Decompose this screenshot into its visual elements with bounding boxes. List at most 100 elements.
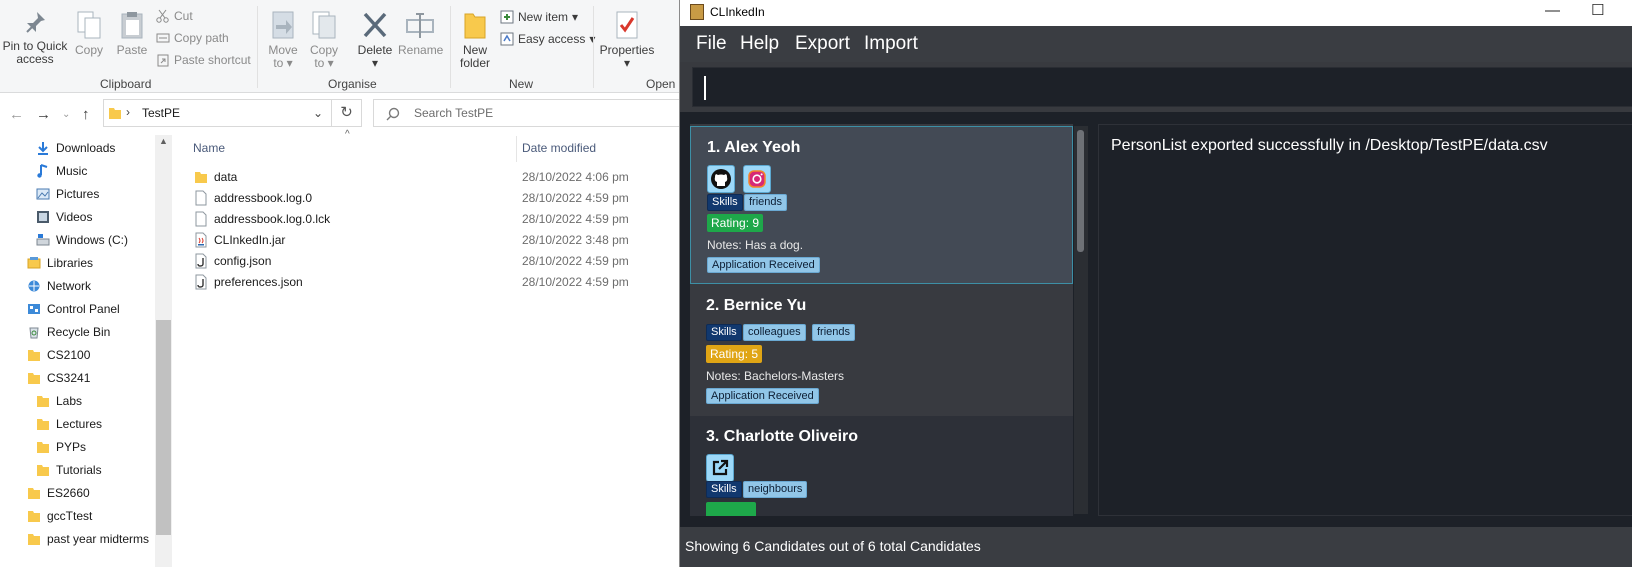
command-area bbox=[680, 62, 1632, 112]
back-arrow-icon[interactable]: ← bbox=[9, 106, 24, 123]
nav-item-videos[interactable]: Videos bbox=[36, 210, 92, 224]
title-bar[interactable]: CLInkedIn — ☐ bbox=[680, 0, 1632, 26]
nav-item-libraries[interactable]: Libraries bbox=[27, 256, 93, 270]
candidate-count-status: Showing 6 Candidates out of 6 total Cand… bbox=[685, 538, 981, 554]
file-row-clinkedin-jar[interactable]: CLInkedIn.jar bbox=[195, 232, 285, 248]
address-bar[interactable]: › TestPE ⌄ bbox=[103, 99, 332, 127]
forward-arrow-icon[interactable]: → bbox=[36, 106, 51, 123]
nav-item-label: Windows (C:) bbox=[56, 233, 129, 247]
download-icon bbox=[38, 142, 48, 155]
rename-label: Rename bbox=[398, 43, 444, 57]
nav-item-network[interactable]: Network bbox=[27, 279, 91, 293]
nav-item-control-panel[interactable]: Control Panel bbox=[27, 302, 120, 316]
open-group-label: Open bbox=[646, 77, 676, 91]
external-link-icon[interactable] bbox=[706, 454, 734, 482]
search-icon bbox=[386, 107, 400, 121]
nav-item-downloads[interactable]: Downloads bbox=[36, 141, 115, 155]
address-dropdown-icon[interactable]: ⌄ bbox=[313, 106, 323, 120]
copy-to-button[interactable]: Copy to ▾ bbox=[307, 10, 341, 70]
file-date: 28/10/2022 4:59 pm bbox=[522, 275, 629, 289]
properties-icon bbox=[616, 11, 638, 39]
pin-to-quick-access-button[interactable]: Pin to Quick access bbox=[2, 10, 68, 66]
videos-icon bbox=[37, 211, 49, 223]
command-box[interactable] bbox=[692, 67, 1632, 107]
file-row-addressbook-log-lck[interactable]: addressbook.log.0.lck bbox=[195, 211, 330, 227]
file-date: 28/10/2022 4:06 pm bbox=[522, 170, 629, 184]
paste-shortcut-button[interactable]: Paste shortcut bbox=[156, 53, 251, 67]
menu-help[interactable]: Help bbox=[740, 33, 779, 55]
nav-item-pictures[interactable]: Pictures bbox=[36, 187, 99, 201]
nav-item-recycle-bin[interactable]: Recycle Bin bbox=[27, 325, 110, 339]
properties-button[interactable]: Properties ▾ bbox=[598, 10, 656, 70]
nav-item-windows-c[interactable]: Windows (C:) bbox=[36, 233, 128, 247]
file-row-preferences-json[interactable]: preferences.json bbox=[195, 274, 303, 290]
menu-import[interactable]: Import bbox=[864, 33, 918, 55]
new-item-button[interactable]: New item ▾ bbox=[500, 10, 578, 24]
file-row-config-json[interactable]: config.json bbox=[195, 253, 271, 269]
candidate-card-3[interactable]: 3. Charlotte Oliveiro Skills neighbours bbox=[690, 416, 1073, 516]
nav-item-past-year-midterms[interactable]: past year midterms bbox=[27, 532, 149, 546]
nav-item-label: PYPs bbox=[56, 440, 87, 454]
folder-icon bbox=[28, 511, 40, 522]
copy-button[interactable]: Copy bbox=[70, 10, 108, 57]
nav-item-pyps[interactable]: PYPs bbox=[36, 440, 86, 454]
command-input[interactable] bbox=[693, 68, 1632, 106]
column-header-name[interactable]: Name bbox=[193, 141, 225, 155]
scroll-up-arrow-icon[interactable]: ▲ bbox=[159, 136, 168, 146]
cut-button[interactable]: Cut bbox=[156, 9, 193, 23]
delete-button[interactable]: Delete ▾ bbox=[355, 10, 395, 70]
nav-item-lectures[interactable]: Lectures bbox=[36, 417, 102, 431]
refresh-icon: ↻ bbox=[340, 104, 353, 121]
file-row-data[interactable]: data bbox=[195, 170, 238, 184]
status-bar: Showing 6 Candidates out of 6 total Cand… bbox=[680, 527, 1632, 567]
folder-icon bbox=[28, 534, 40, 545]
new-folder-button[interactable]: New folder bbox=[455, 10, 495, 70]
copy-to-label-line2: to bbox=[314, 56, 325, 70]
file-date: 28/10/2022 3:48 pm bbox=[522, 233, 629, 247]
minimize-icon[interactable]: — bbox=[1545, 2, 1560, 19]
nav-item-cs3241[interactable]: CS3241 bbox=[27, 371, 90, 385]
recent-locations-chevron-icon[interactable]: ⌄ bbox=[62, 109, 70, 120]
column-divider[interactable] bbox=[516, 136, 517, 162]
cut-label: Cut bbox=[174, 9, 193, 23]
folder-icon bbox=[195, 172, 207, 183]
nav-item-tutorials[interactable]: Tutorials bbox=[36, 463, 102, 477]
nav-item-cs2100[interactable]: CS2100 bbox=[27, 348, 90, 362]
folder-icon bbox=[37, 465, 49, 476]
column-header-date-modified[interactable]: Date modified bbox=[522, 141, 596, 155]
easy-access-button[interactable]: Easy access ▾ bbox=[500, 32, 595, 46]
file-name: data bbox=[214, 170, 238, 184]
move-to-button[interactable]: Move to ▾ bbox=[266, 10, 300, 70]
scissors-icon bbox=[156, 9, 169, 23]
ribbon-separator bbox=[257, 6, 258, 88]
paste-icon bbox=[121, 12, 143, 39]
copy-path-button[interactable]: Copy path bbox=[156, 31, 229, 45]
candidate-list-scroll-thumb[interactable] bbox=[1077, 130, 1084, 252]
maximize-icon[interactable]: ☐ bbox=[1591, 1, 1604, 19]
file-explorer-window: Pin to Quick access Copy Paste Cut Copy … bbox=[0, 0, 680, 567]
nav-pane-scroll-thumb[interactable] bbox=[156, 320, 171, 535]
menu-file[interactable]: File bbox=[696, 33, 727, 55]
candidate-card-1[interactable]: 1. Alex Yeoh Skills friends Rating: 9 No… bbox=[690, 126, 1073, 284]
refresh-button[interactable]: ↻ bbox=[332, 99, 362, 127]
nav-item-es2660[interactable]: ES2660 bbox=[27, 486, 90, 500]
clinkedin-window: CLInkedIn — ☐ File Help Export Import 1.… bbox=[679, 0, 1632, 567]
rename-button[interactable]: Rename bbox=[398, 10, 444, 57]
github-icon[interactable] bbox=[707, 165, 735, 193]
tag-skills: Skills bbox=[706, 324, 742, 341]
nav-item-labs[interactable]: Labs bbox=[36, 394, 82, 408]
candidate-list-scrollbar[interactable] bbox=[1074, 126, 1088, 514]
paste-button[interactable]: Paste bbox=[112, 10, 152, 57]
search-box[interactable]: Search TestPE bbox=[373, 99, 680, 127]
up-arrow-icon[interactable]: ↑ bbox=[82, 106, 90, 123]
candidate-name: 1. Alex Yeoh bbox=[707, 139, 801, 156]
nav-item-gccttest[interactable]: gccTtest bbox=[27, 509, 92, 523]
nav-item-label: Control Panel bbox=[47, 302, 120, 316]
copy-to-icon bbox=[312, 11, 336, 39]
instagram-icon[interactable] bbox=[743, 165, 771, 193]
move-to-label-line1: Move bbox=[268, 43, 298, 57]
menu-export[interactable]: Export bbox=[795, 33, 850, 55]
file-row-addressbook-log[interactable]: addressbook.log.0 bbox=[195, 190, 312, 206]
candidate-card-2[interactable]: 2. Bernice Yu Skills colleagues friends … bbox=[690, 284, 1073, 416]
nav-item-music[interactable]: Music bbox=[36, 164, 87, 178]
